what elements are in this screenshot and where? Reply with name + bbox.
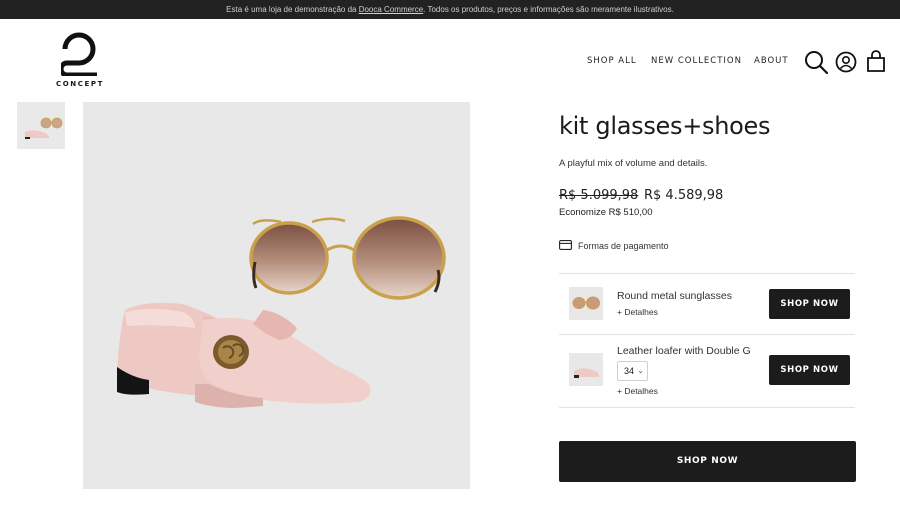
kit-item-thumbnail [569,287,603,320]
chevron-down-icon: ⌄ [637,366,644,375]
announcement-bar: Esta é uma loja de demonstração da Dooca… [0,0,900,19]
kit-item-shop-now-button[interactable]: SHOP NOW [769,355,850,385]
kit-item-loafer: Leather loafer with Double G 34 ⌄ + Deta… [559,335,855,408]
size-select-value: 34 [624,366,635,376]
product-image-drawing [117,216,446,408]
kit-item-details-link[interactable]: + Detalhes [617,307,658,317]
credit-card-icon [559,240,572,250]
kit-item-name: Leather loafer with Double G [617,345,751,357]
announcement-suffix: . Todos os produtos, preços e informaçõe… [423,5,674,14]
kit-item-shop-now-button[interactable]: SHOP NOW [769,289,850,319]
kit-item-thumbnail [569,353,603,386]
kit-item-sunglasses: Round metal sunglasses + Detalhes SHOP N… [559,273,855,335]
old-price: R$ 5.099,98 [559,188,639,203]
store-logo[interactable]: CONCEPT [52,32,112,90]
size-select[interactable]: 34 ⌄ [617,361,648,381]
kit-item-name: Round metal sunglasses [617,290,732,302]
sunglasses-image [249,216,446,300]
announcement-prefix: Esta é uma loja de demonstração da [226,5,359,14]
product-main-image [83,102,470,489]
bag-icon[interactable] [866,50,886,76]
nav-new-collection[interactable]: NEW COLLECTION [651,56,742,68]
nav-about[interactable]: ABOUT [754,56,789,68]
payment-methods-label: Formas de pagamento [578,241,669,251]
product-title: kit glasses+shoes [559,112,771,140]
search-icon[interactable] [804,50,829,78]
logo-mark-icon [61,32,97,76]
loafer-right-image [195,310,371,408]
product-thumbnail[interactable] [17,102,65,149]
product-description: A playful mix of volume and details. [559,158,708,169]
nav-shop-all[interactable]: SHOP ALL [587,56,637,68]
current-price: R$ 4.589,98 [644,188,724,203]
thumbnail-image [25,117,63,139]
savings-text: Economize R$ 510,00 [559,207,653,218]
shop-now-button[interactable]: SHOP NOW [559,441,856,482]
logo-text: CONCEPT [56,80,104,88]
announcement-link[interactable]: Dooca Commerce [359,5,423,14]
kit-item-details-link[interactable]: + Detalhes [617,386,658,396]
user-icon[interactable] [835,51,857,77]
